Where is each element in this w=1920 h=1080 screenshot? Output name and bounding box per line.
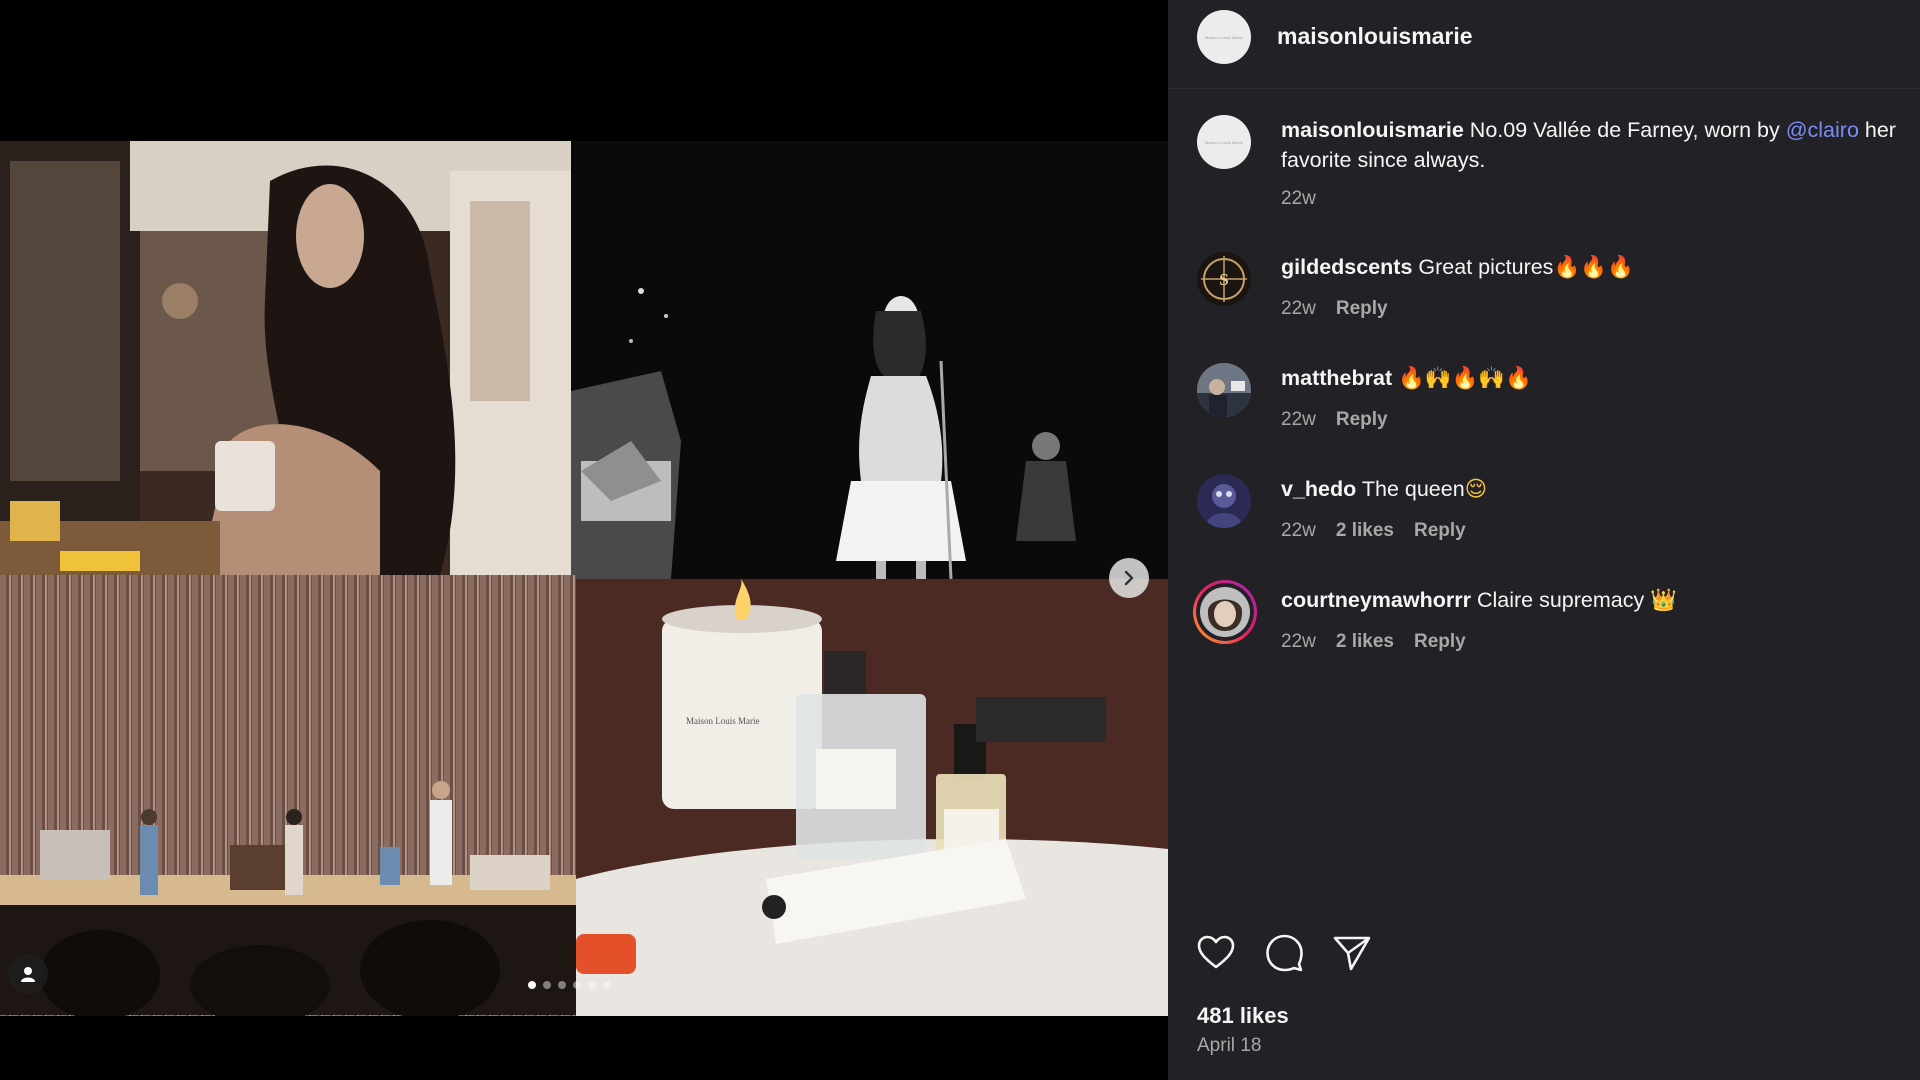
comment-text: matthebrat 🔥🙌🔥🙌🔥 [1281,363,1906,393]
comment-meta: 22w 2 likes Reply [1281,631,1466,653]
comment-username[interactable]: courtneymawhorrr [1281,588,1471,612]
avatar-logo-text: Maison Louis Marie [1204,34,1244,40]
comment-likes[interactable]: 2 likes [1336,520,1394,542]
caption-text: maisonlouismarie No.09 Vallée de Farney,… [1281,115,1906,175]
comment-icon[interactable] [1264,933,1304,973]
comment-time[interactable]: 22w [1281,298,1316,320]
comment-text: gildedscents Great pictures🔥🔥🔥 [1281,252,1906,282]
comment-time[interactable]: 22w [1281,409,1316,431]
caption-body: No.09 Vallée de Farney, worn by [1463,118,1786,142]
comment-username[interactable]: gildedscents [1281,255,1412,279]
photo-collage[interactable]: Maison Louis Marie [0,141,1168,1016]
carousel-dot [573,981,581,989]
likes-count[interactable]: 481 likes [1197,1003,1289,1029]
comment-body: Great pictures [1412,255,1554,279]
photo-candle-and-perfume: Maison Louis Marie [576,579,1168,1016]
heart-icon[interactable] [1196,933,1236,973]
comment-meta: 22w Reply [1281,298,1388,320]
author-username[interactable]: maisonlouismarie [1277,23,1473,50]
post-header: Maison Louis Marie maisonlouismarie [1168,0,1920,89]
caption-meta: 22w [1281,188,1316,210]
caption-avatar[interactable]: Maison Louis Marie [1197,115,1251,169]
photo-band-concert [0,575,576,1016]
next-image-button[interactable] [1109,558,1149,598]
carousel-dot [543,981,551,989]
svg-text:S: S [1219,270,1228,289]
send-icon[interactable] [1332,933,1372,973]
reply-button[interactable]: Reply [1414,631,1466,653]
mention-link[interactable]: @clairo [1786,118,1859,142]
comment-text: courtneymawhorrr Claire supremacy 👑 [1281,585,1906,615]
photo-singer-on-stage [571,141,1168,579]
caption-username[interactable]: maisonlouismarie [1281,118,1464,142]
comment-emoji: 🔥🔥🔥 [1553,255,1634,279]
commenter-avatar[interactable] [1197,474,1251,528]
commenter-avatar[interactable]: S [1197,252,1251,306]
comment-username[interactable]: matthebrat [1281,366,1392,390]
comment-emoji: 🔥🙌🔥🙌🔥 [1398,366,1532,390]
comment-meta: 22w Reply [1281,409,1388,431]
tagged-users-button[interactable] [8,954,48,994]
post-details-panel: Maison Louis Marie maisonlouismarie Mais… [1168,0,1920,1080]
post-media: Maison Louis Marie [0,0,1168,1080]
photo-woman-with-perfume [0,141,571,575]
carousel-dots [528,981,611,989]
author-avatar[interactable]: Maison Louis Marie [1197,10,1251,64]
reply-button[interactable]: Reply [1336,409,1388,431]
comment-text: v_hedo The queen😌 [1281,474,1906,504]
avatar-logo-text: Maison Louis Marie [1204,139,1244,145]
post-date: April 18 [1197,1035,1262,1056]
carousel-dot [603,981,611,989]
comment-emoji: 👑 [1650,588,1677,612]
comment-time[interactable]: 22w [1281,631,1316,653]
user-tag-icon [21,967,35,982]
comment-body: Claire supremacy [1470,588,1651,612]
commenter-avatar[interactable] [1197,363,1251,417]
carousel-dot [558,981,566,989]
comment-username[interactable]: v_hedo [1281,477,1356,501]
caption-time[interactable]: 22w [1281,188,1316,210]
carousel-dot [588,981,596,989]
comment-meta: 22w 2 likes Reply [1281,520,1466,542]
carousel-dot [528,981,536,989]
comment-emoji: 😌 [1464,477,1488,501]
svg-text:Maison Louis Marie: Maison Louis Marie [686,716,760,726]
comment-body: The queen [1356,477,1465,501]
post-actions [1196,933,1372,973]
comment-time[interactable]: 22w [1281,520,1316,542]
reply-button[interactable]: Reply [1414,520,1466,542]
chevron-right-icon [1124,570,1134,586]
comment-likes[interactable]: 2 likes [1336,631,1394,653]
reply-button[interactable]: Reply [1336,298,1388,320]
commenter-avatar[interactable] [1193,580,1257,644]
